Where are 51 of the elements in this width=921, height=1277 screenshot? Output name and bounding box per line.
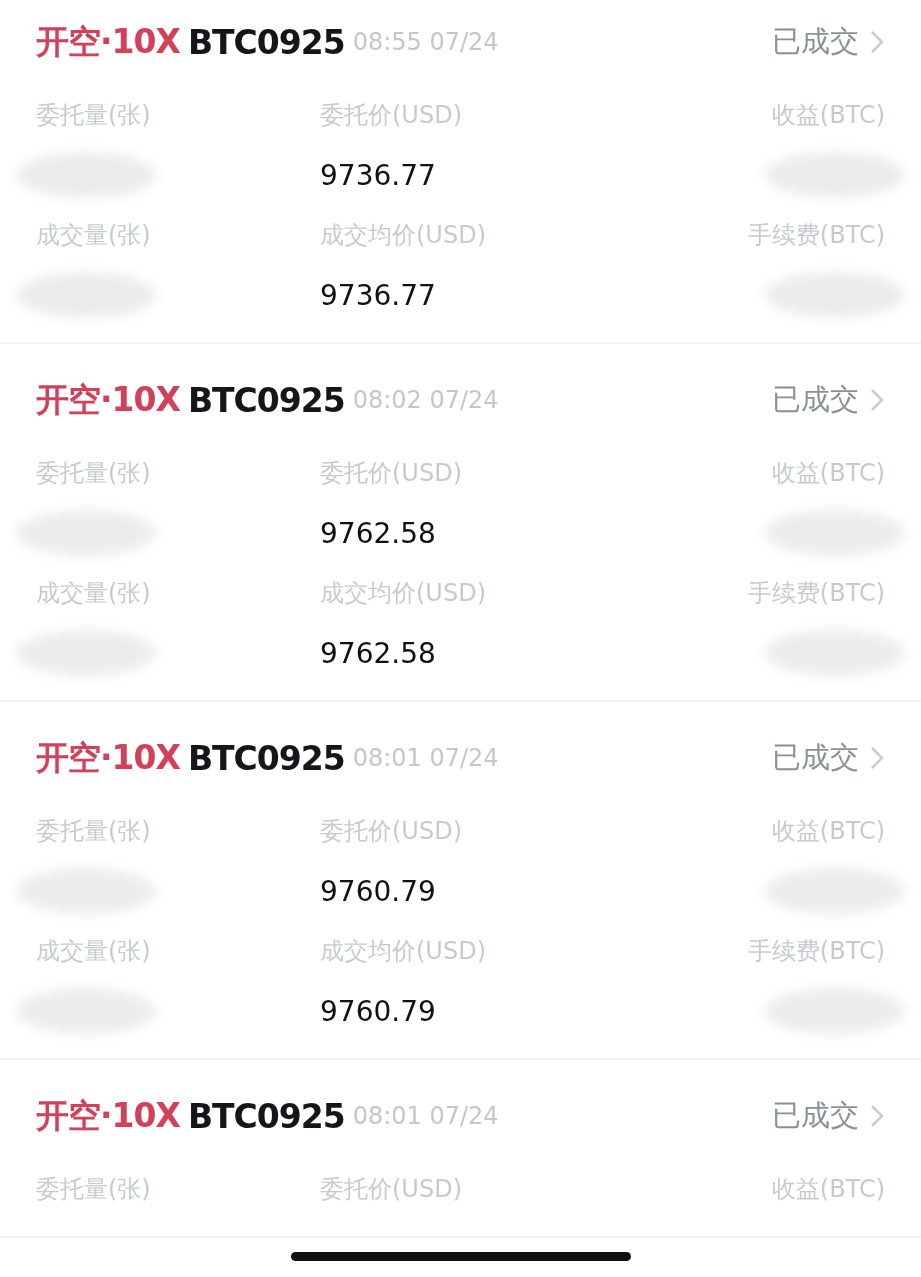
field-label: 手续费(BTC) bbox=[747, 936, 885, 967]
chevron-right-icon bbox=[869, 387, 885, 413]
order-card[interactable]: 开空·10X BTC0925 08:02 07/24 已成交 委托量(张) 委托价(USD) 收益(BTC) 9762.58 成交量(张) 成交均价(USD) 手续费(BTC) 9762.58 bbox=[0, 344, 921, 702]
field-label: 委托价(USD) bbox=[320, 458, 462, 489]
field-label: 委托量(张) bbox=[36, 100, 151, 131]
field-value: 9762.58 bbox=[320, 636, 436, 670]
field-label: 收益(BTC) bbox=[771, 458, 885, 489]
field-label: 委托量(张) bbox=[36, 458, 151, 489]
field-label: 收益(BTC) bbox=[771, 1174, 885, 1205]
field-value: 9760.79 bbox=[320, 874, 436, 908]
order-time: 08:01 07/24 bbox=[352, 744, 499, 772]
order-status: 已成交 bbox=[772, 739, 859, 776]
field-label: 成交均价(USD) bbox=[320, 936, 486, 967]
order-card[interactable]: 开空·10X BTC0925 08:01 07/24 已成交 委托量(张) 委托价(USD) 收益(BTC) 9760.79 成交量(张) 成交均价(USD) 手续费(BTC) 9760.79 bbox=[0, 702, 921, 1060]
field-value: 9760.79 bbox=[320, 994, 436, 1028]
field-label: 手续费(BTC) bbox=[747, 578, 885, 609]
chevron-right-icon bbox=[869, 745, 885, 771]
order-card[interactable]: 开空·10X BTC0925 08:55 07/24 已成交 委托量(张) 委托价(USD) 收益(BTC) 9736.77 成交量(张) 成交均价(USD) 手续费(BTC) 9736.77 bbox=[0, 0, 921, 344]
order-status: 已成交 bbox=[772, 23, 859, 60]
order-status: 已成交 bbox=[772, 1097, 859, 1134]
field-label: 收益(BTC) bbox=[771, 816, 885, 847]
order-time: 08:55 07/24 bbox=[352, 28, 499, 56]
order-side: 开空·10X bbox=[36, 1094, 180, 1137]
contract-symbol: BTC0925 bbox=[187, 380, 345, 420]
field-label: 委托量(张) bbox=[36, 816, 151, 847]
order-time: 08:02 07/24 bbox=[352, 386, 499, 414]
field-value: 9736.77 bbox=[320, 158, 436, 192]
order-status: 已成交 bbox=[772, 381, 859, 418]
field-label: 成交均价(USD) bbox=[320, 578, 486, 609]
field-label: 成交量(张) bbox=[36, 936, 151, 967]
field-label: 手续费(BTC) bbox=[747, 220, 885, 251]
contract-symbol: BTC0925 bbox=[187, 738, 345, 778]
order-card[interactable]: 开空·10X BTC0925 08:01 07/24 已成交 委托量(张) 委托价(USD) 收益(BTC) bbox=[0, 1060, 921, 1238]
field-label: 委托量(张) bbox=[36, 1174, 151, 1205]
chevron-right-icon bbox=[869, 29, 885, 55]
field-label: 成交量(张) bbox=[36, 220, 151, 251]
order-time: 08:01 07/24 bbox=[352, 1102, 499, 1130]
field-label: 成交均价(USD) bbox=[320, 220, 486, 251]
order-side: 开空·10X bbox=[36, 736, 180, 779]
field-label: 收益(BTC) bbox=[771, 100, 885, 131]
order-side: 开空·10X bbox=[36, 20, 180, 63]
chevron-right-icon bbox=[869, 1103, 885, 1129]
field-value: 9762.58 bbox=[320, 516, 436, 550]
contract-symbol: BTC0925 bbox=[187, 1096, 345, 1136]
field-value: 9736.77 bbox=[320, 278, 436, 312]
field-label: 委托价(USD) bbox=[320, 100, 462, 131]
field-label: 委托价(USD) bbox=[320, 1174, 462, 1205]
order-side: 开空·10X bbox=[36, 378, 180, 421]
contract-symbol: BTC0925 bbox=[187, 22, 345, 62]
field-label: 委托价(USD) bbox=[320, 816, 462, 847]
field-label: 成交量(张) bbox=[36, 578, 151, 609]
